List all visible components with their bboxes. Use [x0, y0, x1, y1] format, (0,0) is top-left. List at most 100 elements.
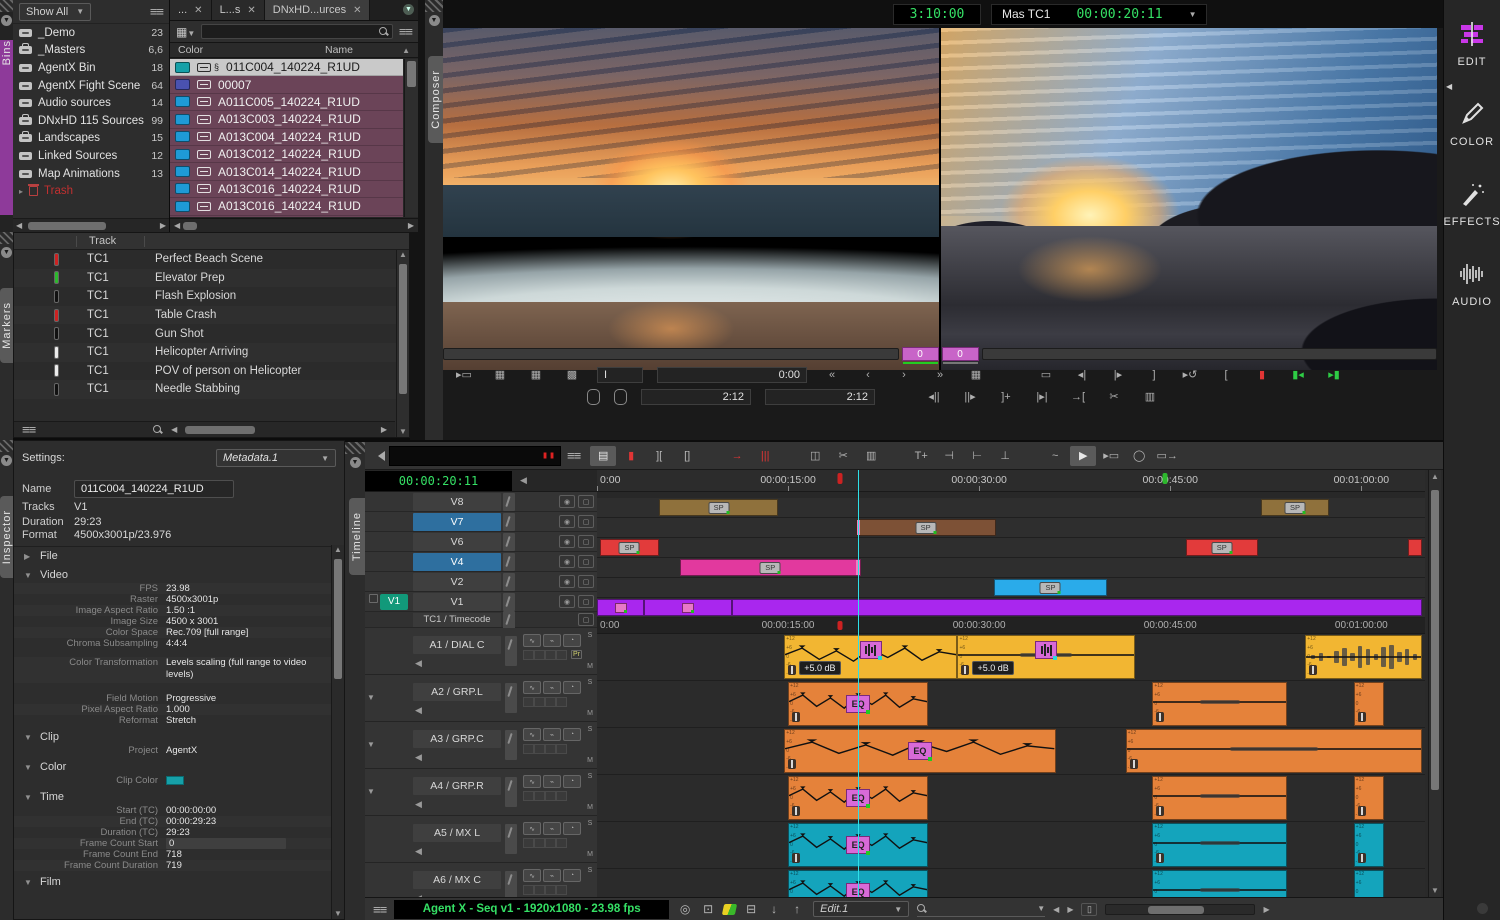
- timecode-entry-display[interactable]: ▮▮: [389, 446, 561, 466]
- video-clip[interactable]: SP: [600, 539, 660, 556]
- collapse-left-icon[interactable]: ◀: [520, 475, 527, 486]
- record-position-bar[interactable]: [982, 348, 1438, 360]
- track-tool-icon[interactable]: [503, 573, 515, 591]
- metadata-preset-dropdown[interactable]: Metadata.1▼: [216, 449, 336, 467]
- page-up-icon[interactable]: ↑: [789, 902, 805, 916]
- track-tool-icon[interactable]: [503, 553, 515, 571]
- workspace-audio[interactable]: AUDIO: [1444, 262, 1500, 308]
- effect-badge[interactable]: SP: [1211, 542, 1232, 554]
- bin-row[interactable]: Linked Sources12: [13, 147, 169, 165]
- scroll-down-icon[interactable]: ▼: [397, 427, 409, 436]
- mute-button[interactable]: M: [585, 663, 595, 670]
- trim-mode-button[interactable]: ▥: [1139, 390, 1161, 403]
- step-fwd-2-button[interactable]: ||▸: [959, 390, 981, 403]
- bin-search-input[interactable]: [201, 24, 393, 39]
- source-patch-button[interactable]: V1: [380, 594, 408, 610]
- play-to-out-button[interactable]: |▸|: [1031, 390, 1053, 403]
- bin-tab[interactable]: L...s✕: [212, 0, 265, 20]
- clock-toggle[interactable]: ◔: [563, 634, 581, 647]
- scroll-down-icon[interactable]: ▼: [1429, 886, 1441, 895]
- speaker-icon[interactable]: ◀: [415, 705, 422, 716]
- solo-button[interactable]: S: [585, 679, 595, 686]
- scroll-up-icon[interactable]: ▲: [397, 250, 409, 259]
- clip-row[interactable]: 00007: [170, 76, 403, 93]
- audio-track-header[interactable]: A5 / MX L◀∿⌁◔SM: [365, 816, 597, 863]
- top-tail-button[interactable]: ▥: [858, 446, 884, 466]
- solo-button[interactable]: S: [585, 632, 595, 639]
- video-lane-v1[interactable]: [597, 598, 1425, 618]
- monitor-icon[interactable]: ◉: [559, 575, 575, 588]
- audio-clip[interactable]: +12+60-6-15: [1305, 635, 1422, 679]
- solo-button[interactable]: S: [585, 773, 595, 780]
- automation-toggle[interactable]: ⌁: [543, 775, 561, 788]
- panel-drag-handle[interactable]: [0, 232, 13, 244]
- bin-row[interactable]: AgentX Fight Scene64: [13, 77, 169, 95]
- effect-chip[interactable]: [682, 603, 694, 613]
- video-clip[interactable]: SP: [680, 559, 861, 576]
- play-clip-button[interactable]: ▸▭: [453, 368, 475, 381]
- goto-out-button[interactable]: ▸▮: [1323, 368, 1345, 381]
- gain-tool-icon[interactable]: [1358, 806, 1366, 816]
- timeline-ruler[interactable]: 0:0000:00:15:0000:00:30:0000:00:45:0000:…: [597, 470, 1425, 492]
- video-track-header[interactable]: V1V1◉▢: [365, 592, 597, 612]
- collapse-rail-icon[interactable]: ◀: [1446, 82, 1452, 91]
- video-quality-icon[interactable]: ⊡: [700, 902, 716, 916]
- bin-row[interactable]: AgentX Bin18: [13, 59, 169, 77]
- bin-column-header[interactable]: Color Name ▲: [170, 43, 418, 58]
- track-select-button[interactable]: V4: [413, 553, 501, 571]
- track-select-button[interactable]: A2 / GRP.L: [413, 683, 501, 701]
- marker-row[interactable]: TC1Gun Shot: [14, 324, 409, 343]
- section-header-clip[interactable]: ▼Clip: [14, 729, 331, 745]
- workspace-edit[interactable]: EDIT: [1444, 22, 1500, 68]
- bin-menu-icon[interactable]: ▼: [403, 4, 414, 15]
- solo-button[interactable]: S: [585, 726, 595, 733]
- monitor-icon[interactable]: ◉: [559, 555, 575, 568]
- gain-tool-icon[interactable]: [792, 853, 800, 863]
- audio-track-header[interactable]: A1 / DIAL C◀∿⌁◔PrSM: [365, 628, 597, 675]
- play-loop-button[interactable]: ▸↺: [1179, 368, 1201, 381]
- left-duration-field[interactable]: 2:12: [641, 389, 751, 405]
- playhead[interactable]: [858, 470, 859, 897]
- video-clip[interactable]: [597, 599, 644, 616]
- track-lock-toggle[interactable]: ▢: [578, 515, 594, 528]
- track-select-button[interactable]: A1 / DIAL C: [413, 636, 501, 654]
- audio-clip[interactable]: +12+60-6-15+5.0 dB: [957, 635, 1134, 679]
- bin-hscrollbar[interactable]: ◀ ▶: [170, 218, 418, 232]
- track-lock-toggle[interactable]: ▢: [578, 555, 594, 568]
- video-track-header[interactable]: V7◉▢: [365, 512, 597, 532]
- automation-toggle[interactable]: ⌁: [543, 869, 561, 882]
- video-clip[interactable]: [644, 599, 732, 616]
- clip-row[interactable]: A013C016_140224_R1UD: [170, 181, 403, 198]
- video-track-header[interactable]: V4 ◉▢: [365, 552, 597, 572]
- gain-badge[interactable]: +5.0 dB: [799, 661, 840, 675]
- track-select-button[interactable]: V8: [413, 493, 501, 511]
- marker-row[interactable]: TC1POV of person on Helicopter: [14, 362, 409, 381]
- track-tool-icon[interactable]: [505, 683, 517, 713]
- waveform-toggle[interactable]: ∿: [523, 775, 541, 788]
- scrollbar-thumb[interactable]: [185, 426, 255, 434]
- page-down-icon[interactable]: ↓: [766, 902, 782, 916]
- monitor-icon[interactable]: ◉: [559, 535, 575, 548]
- marker-button[interactable]: ▮: [618, 446, 644, 466]
- clip-color-chip[interactable]: [175, 96, 190, 107]
- audio-lane-a1[interactable]: +12+60-6-15+5.0 dB+12+60-6-15+5.0 dB+12+…: [597, 634, 1425, 681]
- clock-toggle[interactable]: ◔: [563, 775, 581, 788]
- audio-clip[interactable]: +12+60-6-15: [1126, 729, 1423, 773]
- audio-clip[interactable]: +12+60-6-15: [1354, 870, 1385, 897]
- cut-button[interactable]: ✂: [1103, 390, 1125, 403]
- bins-panel-strip[interactable]: ▼ Bins: [0, 0, 13, 232]
- video-track-header[interactable]: V6◉▢: [365, 532, 597, 552]
- track-tool-icon[interactable]: [505, 777, 517, 807]
- track-select-button[interactable]: V1: [413, 593, 501, 611]
- video-clip[interactable]: [732, 599, 1422, 616]
- filmstrip-button[interactable]: ▩: [561, 368, 583, 381]
- marker-row[interactable]: TC1Perfect Beach Scene: [14, 250, 409, 269]
- fast-forward-button[interactable]: »: [929, 369, 951, 381]
- automation-toggle[interactable]: ⌁: [543, 681, 561, 694]
- effect-badge[interactable]: SP: [708, 502, 729, 514]
- extract-button[interactable]: |||: [752, 446, 778, 466]
- audio-track-header[interactable]: ▼A4 / GRP.R◀∿⌁◔SM: [365, 769, 597, 816]
- lift-button[interactable]: →: [724, 446, 750, 466]
- close-icon[interactable]: ✕: [247, 5, 255, 16]
- clip-color-swatch[interactable]: [166, 776, 184, 785]
